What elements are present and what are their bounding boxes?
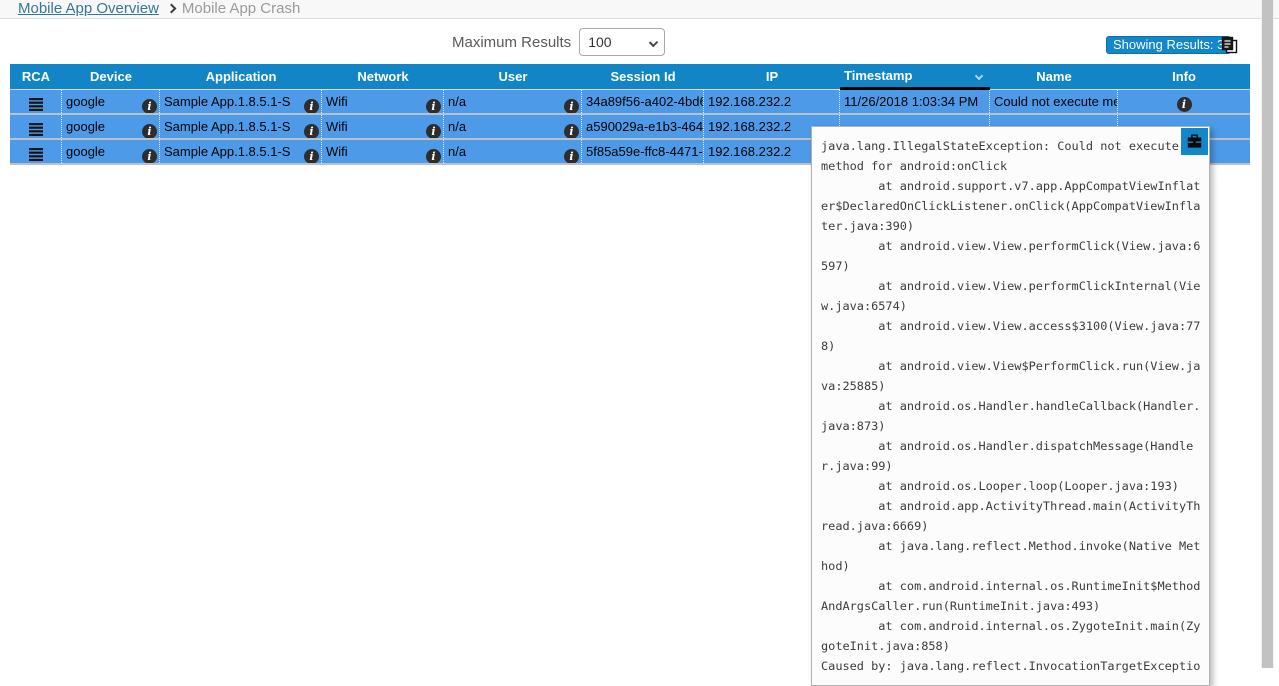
cell-session-id: a590029a-e1b3-464e...: [582, 115, 704, 138]
cell-application: Sample App.1.8.5.1-S i: [160, 90, 322, 113]
breadcrumb-link-overview[interactable]: Mobile App Overview: [18, 0, 159, 17]
user-value: n/a: [448, 94, 466, 109]
network-info-icon[interactable]: i: [426, 149, 441, 163]
cell-device: google i: [62, 115, 160, 138]
max-results-control: Maximum Results 100: [452, 28, 665, 56]
application-value: Sample App.1.8.5.1-S: [164, 144, 290, 159]
row-info-icon[interactable]: i: [1177, 97, 1192, 112]
cell-network: Wifi i: [322, 115, 444, 138]
user-value: n/a: [448, 119, 466, 134]
application-value: Sample App.1.8.5.1-S: [164, 119, 290, 134]
user-info-icon[interactable]: i: [564, 149, 579, 163]
rca-list-icon[interactable]: [29, 95, 43, 113]
copy-results-icon[interactable]: [1221, 36, 1239, 54]
cell-application: Sample App.1.8.5.1-S i: [160, 140, 322, 163]
cell-timestamp: 11/26/2018 1:03:34 PM: [840, 90, 990, 113]
cell-network: Wifi i: [322, 90, 444, 113]
rca-list-icon[interactable]: [29, 145, 43, 163]
sort-chevron-down-icon: [975, 72, 983, 80]
network-value: Wifi: [326, 144, 348, 159]
cell-name: Could not execute me...: [990, 90, 1118, 113]
cell-user: n/a i: [444, 90, 582, 113]
device-value: google: [66, 119, 105, 134]
rca-list-icon[interactable]: [29, 120, 43, 138]
cell-info-column: i: [1118, 90, 1250, 113]
vertical-scrollbar-track[interactable]: [1261, 0, 1274, 668]
network-info-icon[interactable]: i: [426, 124, 441, 138]
cell-user: n/a i: [444, 140, 582, 163]
cell-session-id: 5f85a59e-ffc8-4471-9...: [582, 140, 704, 163]
briefcase-icon: [1187, 134, 1202, 149]
max-results-select[interactable]: 100: [579, 28, 665, 56]
device-info-icon[interactable]: i: [142, 149, 157, 163]
table-header-row: RCA Device Application Network User Sess…: [10, 64, 1250, 90]
column-header-user[interactable]: User: [444, 64, 582, 90]
breadcrumb-current: Mobile App Crash: [182, 0, 300, 17]
user-info-icon[interactable]: i: [564, 124, 579, 138]
user-info-icon[interactable]: i: [564, 99, 579, 113]
column-header-ip[interactable]: IP: [704, 64, 840, 90]
breadcrumb: Mobile App Overview Mobile App Crash: [18, 0, 300, 18]
cell-network: Wifi i: [322, 140, 444, 163]
table-row[interactable]: googlei Sample App.1.8.5.1-Si Wifii n/ai…: [10, 90, 1250, 115]
cell-session-id: 34a89f56-a402-4bd6-...: [582, 90, 704, 113]
application-info-icon[interactable]: i: [304, 99, 319, 113]
breadcrumb-chevron-icon: [166, 4, 176, 14]
cell-device: google i: [62, 140, 160, 163]
user-value: n/a: [448, 144, 466, 159]
network-info-icon[interactable]: i: [426, 99, 441, 113]
stack-trace-popup: java.lang.IllegalStateException: Could n…: [811, 126, 1210, 686]
cell-device: google i: [62, 90, 160, 113]
column-header-info[interactable]: Info: [1118, 64, 1250, 90]
copy-stacktrace-button[interactable]: [1181, 128, 1208, 155]
network-value: Wifi: [326, 94, 348, 109]
vertical-scrollbar-thumb[interactable]: [1262, 0, 1273, 668]
showing-results-badge: Showing Results: 3: [1106, 36, 1231, 54]
network-value: Wifi: [326, 119, 348, 134]
column-header-device[interactable]: Device: [62, 64, 160, 90]
cell-application: Sample App.1.8.5.1-S i: [160, 115, 322, 138]
device-value: google: [66, 144, 105, 159]
column-header-timestamp-label: Timestamp: [844, 68, 912, 83]
column-header-network[interactable]: Network: [322, 64, 444, 90]
stack-trace-text: java.lang.IllegalStateException: Could n…: [812, 127, 1209, 676]
max-results-label: Maximum Results: [452, 34, 571, 51]
column-header-application[interactable]: Application: [160, 64, 322, 90]
column-header-name[interactable]: Name: [990, 64, 1118, 90]
device-value: google: [66, 94, 105, 109]
application-info-icon[interactable]: i: [304, 124, 319, 138]
column-header-session-id[interactable]: Session Id: [582, 64, 704, 90]
column-header-rca[interactable]: RCA: [10, 64, 62, 90]
application-info-icon[interactable]: i: [304, 149, 319, 163]
column-header-timestamp[interactable]: Timestamp: [840, 64, 990, 90]
device-info-icon[interactable]: i: [142, 124, 157, 138]
application-value: Sample App.1.8.5.1-S: [164, 94, 290, 109]
device-info-icon[interactable]: i: [142, 99, 157, 113]
top-bar: Mobile App Overview Mobile App Crash: [0, 0, 1279, 19]
cell-user: n/a i: [444, 115, 582, 138]
cell-ip: 192.168.232.2: [704, 90, 840, 113]
